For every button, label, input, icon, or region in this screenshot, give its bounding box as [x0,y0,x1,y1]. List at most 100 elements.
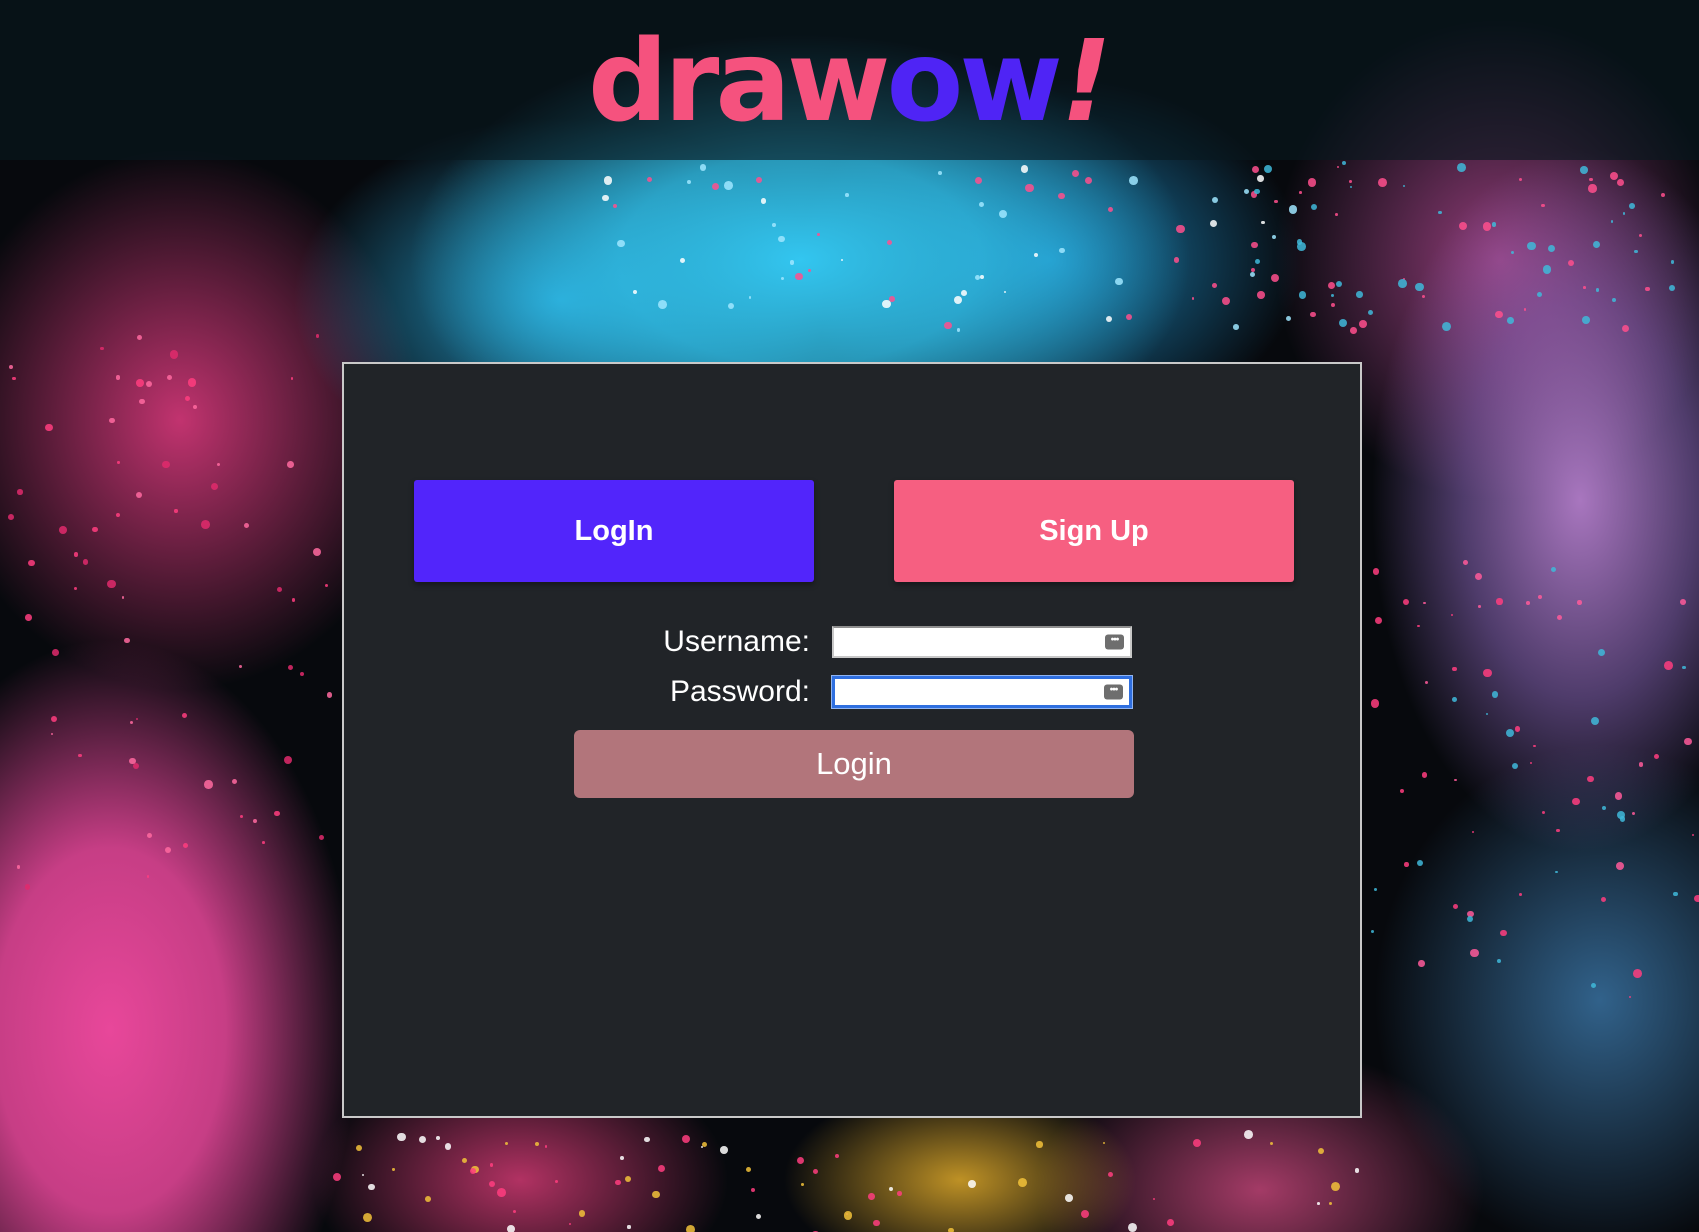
background-speck [1669,285,1676,292]
background-speck [1547,244,1556,253]
background-speck [944,322,952,330]
background-speck [50,733,54,736]
background-speck [756,1213,762,1219]
background-speck [555,1179,559,1183]
background-speck [1450,613,1453,616]
background-speck [73,552,79,558]
background-speck [1251,241,1258,249]
background-speck [425,1195,432,1202]
password-manager-key-icon[interactable]: ••• [1104,684,1123,700]
background-speck [1663,660,1673,670]
background-speck [299,671,304,676]
background-speck [578,1210,586,1217]
background-speck [1577,600,1582,605]
background-speck [699,164,707,171]
background-speck [1359,319,1367,328]
background-speck [888,1186,894,1192]
background-speck [362,1212,372,1222]
background-speck [187,378,196,387]
background-speck [50,715,58,723]
login-tab-button[interactable]: LogIn [414,480,814,582]
background-speck [286,461,294,468]
background-speck [231,778,238,785]
background-speck [1176,224,1185,234]
background-speck [1523,308,1527,311]
background-speck [1691,833,1694,836]
background-speck [627,1225,631,1229]
background-speck [882,299,891,309]
background-speck [164,846,172,854]
background-speck [9,364,14,369]
background-speck [17,489,23,495]
background-speck [1285,315,1291,321]
background-speck [720,1146,728,1155]
background-speck [1370,930,1375,934]
background-speck [470,1168,477,1175]
background-speck [419,1135,427,1143]
background-speck [1580,166,1588,174]
background-speck [1342,161,1347,166]
login-submit-button[interactable]: Login [574,730,1134,798]
background-speck [182,843,188,849]
background-speck [1422,294,1426,298]
background-speck [490,1163,494,1167]
background-speck [135,379,144,387]
password-input[interactable] [835,679,1129,705]
background-speck [960,289,967,296]
background-speck [1682,665,1686,670]
background-speck [332,1172,342,1182]
background-speck [1638,233,1642,237]
background-speck [1611,297,1616,302]
background-speck [1485,712,1489,715]
background-speck [1402,184,1405,187]
password-manager-key-icon[interactable]: ••• [1105,634,1124,650]
background-speck [1317,1202,1320,1206]
background-speck [1348,180,1352,183]
background-speck [612,204,618,209]
background-speck [1567,260,1575,267]
background-speck [1349,186,1353,189]
background-speck [845,193,849,197]
background-speck [326,692,333,698]
background-speck [1631,812,1636,816]
background-speck [261,840,265,844]
background-speck [315,333,320,338]
background-speck [1623,212,1626,215]
background-speck [1102,1142,1106,1145]
background-speck [216,462,221,466]
background-speck [1370,698,1380,708]
background-speck [1233,324,1239,330]
username-input[interactable] [834,628,1130,656]
background-speck [136,718,139,721]
background-speck [1327,281,1335,289]
background-speck [1249,272,1255,278]
background-speck [1191,297,1195,301]
background-speck [181,712,187,718]
background-speck [756,177,763,183]
background-speck [1210,220,1218,228]
background-speck [1452,697,1457,702]
background-speck [1495,310,1503,319]
drawow-logo[interactable]: draw ow! [588,22,1112,142]
background-speck [614,1179,621,1186]
background-speck [868,1192,875,1200]
background-speck [1632,969,1642,979]
background-speck [174,509,178,513]
background-speck [840,258,844,261]
background-speck [967,1179,976,1188]
background-speck [135,492,142,499]
signup-tab-button[interactable]: Sign Up [894,480,1294,582]
background-speck [1257,291,1265,299]
background-speck [1310,311,1316,318]
background-speck [25,614,32,621]
background-speck [169,350,179,359]
background-speck [620,1156,625,1161]
background-speck [728,302,735,309]
background-speck [504,1141,508,1145]
background-speck [201,520,210,529]
background-speck [1020,164,1029,173]
background-speck [760,198,767,204]
background-speck [1458,221,1468,231]
background-speck [1595,288,1599,292]
background-speck [1025,183,1034,192]
